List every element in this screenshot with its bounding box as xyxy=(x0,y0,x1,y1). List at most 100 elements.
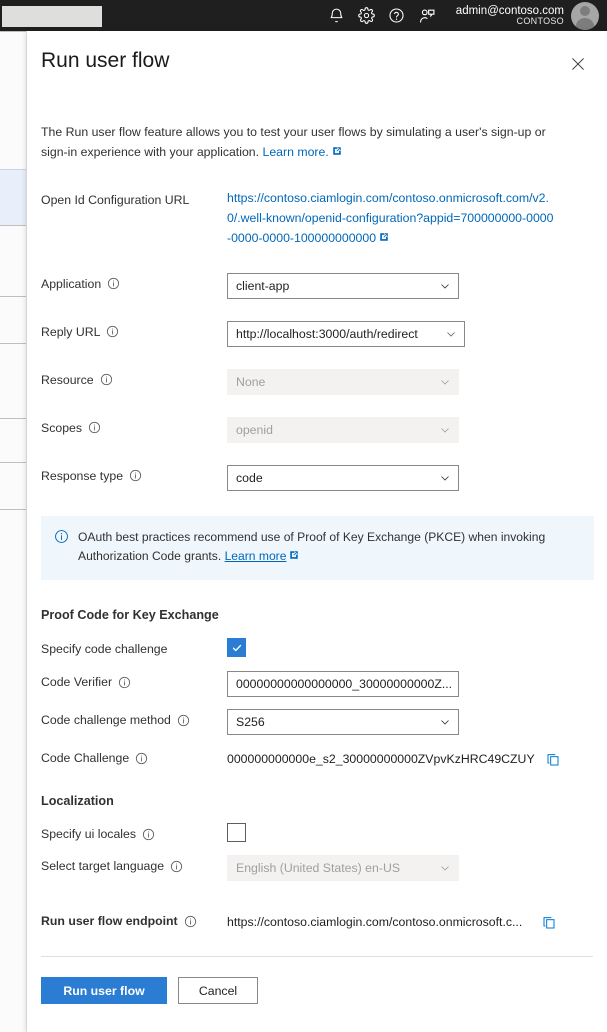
background-list-row[interactable] xyxy=(0,418,26,462)
topbar-actions: admin@contoso.com CONTOSO xyxy=(322,0,601,31)
info-icon[interactable] xyxy=(184,915,197,928)
chevron-down-icon xyxy=(439,424,451,436)
code-challenge-method-select[interactable]: S256 xyxy=(227,709,459,736)
close-icon[interactable] xyxy=(567,53,589,75)
run-user-flow-button[interactable]: Run user flow xyxy=(41,977,167,1005)
code-verifier-input[interactable]: 00000000000000000_30000000000Z... xyxy=(227,671,459,698)
background-list-row[interactable] xyxy=(0,509,26,1029)
background-list-row[interactable] xyxy=(0,296,26,343)
specify-ui-locales-label: Specify ui locales xyxy=(41,823,227,841)
response-type-label: Response type xyxy=(41,465,227,483)
openid-config-url-value[interactable]: https://contoso.ciamlogin.com/contoso.on… xyxy=(227,189,557,249)
info-icon[interactable] xyxy=(106,325,119,338)
response-type-value: code xyxy=(236,470,263,485)
reply-url-label-text: Reply URL xyxy=(41,324,101,339)
intro-paragraph: The Run user flow feature allows you to … xyxy=(41,123,566,163)
account-menu[interactable]: admin@contoso.com CONTOSO xyxy=(455,1,599,30)
pkce-banner-learn-more-link[interactable]: Learn more xyxy=(225,549,287,563)
info-icon[interactable] xyxy=(129,469,142,482)
chevron-down-icon xyxy=(439,472,451,484)
localization-section-title: Localization xyxy=(41,794,114,809)
specify-ui-locales-row: Specify ui locales xyxy=(41,823,593,843)
account-tenant: CONTOSO xyxy=(516,15,564,26)
avatar[interactable] xyxy=(571,1,599,30)
specify-code-challenge-row: Specify code challenge xyxy=(41,638,593,658)
target-language-value: English (United States) en-US xyxy=(236,861,401,876)
chevron-down-icon xyxy=(445,328,457,340)
pkce-banner-text: OAuth best practices recommend use of Pr… xyxy=(78,529,546,564)
global-search-box[interactable] xyxy=(2,6,102,27)
specify-ui-locales-checkbox[interactable] xyxy=(227,823,246,843)
info-icon[interactable] xyxy=(118,676,131,689)
target-language-label-text: Select target language xyxy=(41,859,165,874)
background-list-row-selected[interactable] xyxy=(0,169,26,225)
account-upn: admin@contoso.com xyxy=(455,4,564,17)
chevron-down-icon xyxy=(439,716,451,728)
resource-label-text: Resource xyxy=(41,372,94,387)
background-list-row[interactable] xyxy=(0,225,26,296)
run-user-flow-endpoint-value-wrap: https://contoso.ciamlogin.com/contoso.on… xyxy=(227,910,557,930)
blade-header: Run user flow xyxy=(27,31,607,93)
response-type-label-text: Response type xyxy=(41,468,124,483)
scopes-row: Scopes openid xyxy=(41,416,593,443)
application-select[interactable]: client-app xyxy=(227,272,459,299)
openid-config-url-link[interactable]: https://contoso.ciamlogin.com/contoso.on… xyxy=(227,191,553,245)
openid-config-url-label: Open Id Configuration URL xyxy=(41,192,190,207)
reply-url-select[interactable]: http://localhost:3000/auth/redirect xyxy=(227,320,465,347)
background-list-row[interactable] xyxy=(0,31,26,169)
intro-learn-more-link[interactable]: Learn more. xyxy=(262,145,328,159)
info-icon[interactable] xyxy=(135,752,148,765)
blade-body: The Run user flow feature allows you to … xyxy=(27,93,607,1032)
code-verifier-label-text: Code Verifier xyxy=(41,675,113,690)
info-icon[interactable] xyxy=(107,277,120,290)
code-challenge-label: Code Challenge xyxy=(41,747,227,765)
background-list-row[interactable] xyxy=(0,343,26,418)
code-challenge-value-wrap: 000000000000e_s2_30000000000ZVpvKzHRC49C… xyxy=(227,747,561,767)
background-list xyxy=(0,31,27,1032)
code-verifier-value: 00000000000000000_30000000000Z... xyxy=(236,677,453,692)
info-circle-icon xyxy=(54,529,69,568)
background-list-row[interactable] xyxy=(0,462,26,509)
question-circle-icon[interactable] xyxy=(382,0,412,31)
pkce-section-title: Proof Code for Key Exchange xyxy=(41,608,219,623)
resource-label: Resource xyxy=(41,369,227,387)
run-user-flow-endpoint-label: Run user flow endpoint xyxy=(41,910,227,928)
feedback-person-icon[interactable] xyxy=(412,0,442,31)
code-challenge-row: Code Challenge 000000000000e_s2_30000000… xyxy=(41,747,593,767)
scopes-value: openid xyxy=(236,422,273,437)
target-language-row: Select target language English (United S… xyxy=(41,855,593,882)
external-link-icon xyxy=(332,143,342,163)
chevron-down-icon xyxy=(439,862,451,874)
pkce-banner-text-wrap: OAuth best practices recommend use of Pr… xyxy=(78,528,580,568)
specify-code-challenge-checkbox[interactable] xyxy=(227,638,246,658)
application-value: client-app xyxy=(236,278,290,293)
footer-actions: Run user flow Cancel xyxy=(41,977,593,1005)
bell-icon[interactable] xyxy=(322,0,352,31)
info-icon[interactable] xyxy=(177,714,190,727)
code-verifier-row: Code Verifier 00000000000000000_30000000… xyxy=(41,671,593,698)
copy-icon[interactable] xyxy=(541,914,557,930)
external-link-icon xyxy=(379,229,389,249)
specify-code-challenge-label: Specify code challenge xyxy=(41,642,168,657)
response-type-select[interactable]: code xyxy=(227,464,459,491)
gear-icon[interactable] xyxy=(352,0,382,31)
specify-ui-locales-label-text: Specify ui locales xyxy=(41,827,137,842)
code-verifier-label: Code Verifier xyxy=(41,671,227,689)
info-icon[interactable] xyxy=(88,421,101,434)
run-user-flow-endpoint-value: https://contoso.ciamlogin.com/contoso.on… xyxy=(227,915,523,930)
run-user-flow-endpoint-row: Run user flow endpoint https://contoso.c… xyxy=(41,910,593,930)
chevron-down-icon xyxy=(439,280,451,292)
reply-url-label: Reply URL xyxy=(41,321,227,339)
copy-icon[interactable] xyxy=(545,751,561,767)
info-icon[interactable] xyxy=(100,373,113,386)
page-title: Run user flow xyxy=(41,49,170,72)
code-challenge-method-label-text: Code challenge method xyxy=(41,713,171,728)
info-icon[interactable] xyxy=(170,860,183,873)
scopes-label: Scopes xyxy=(41,417,227,435)
reply-url-value: http://localhost:3000/auth/redirect xyxy=(236,326,418,341)
info-icon[interactable] xyxy=(142,828,155,841)
pkce-info-banner: OAuth best practices recommend use of Pr… xyxy=(41,515,594,581)
run-user-flow-blade: Run user flow The Run user flow feature … xyxy=(27,31,607,1032)
target-language-select: English (United States) en-US xyxy=(227,855,459,882)
cancel-button[interactable]: Cancel xyxy=(178,977,258,1005)
